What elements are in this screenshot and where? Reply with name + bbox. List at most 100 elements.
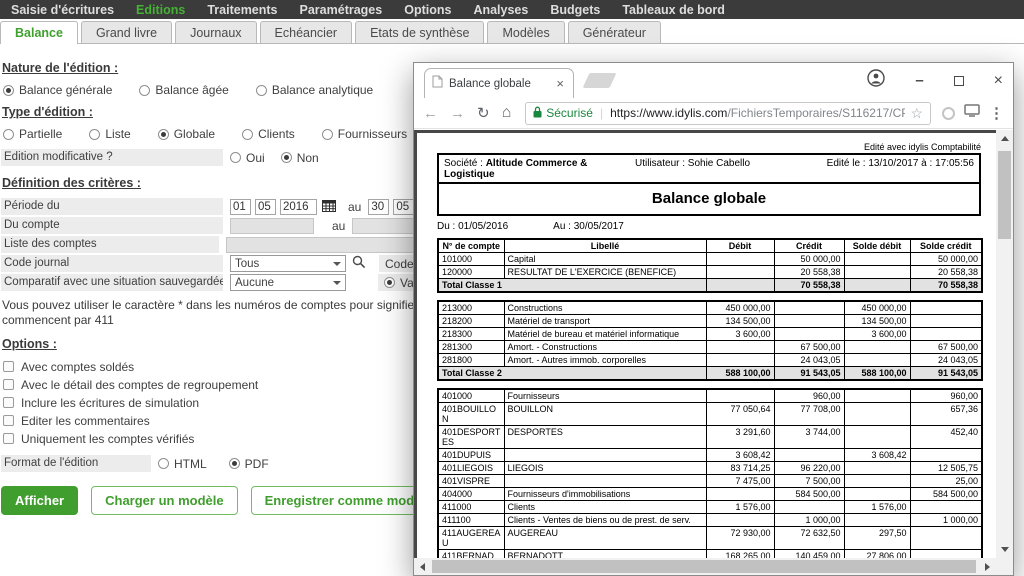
forward-icon[interactable]: → [450,106,465,121]
report-header-row: N° de compteLibelléDébitCréditSolde débi… [438,239,982,253]
menu-item[interactable]: Paramétrages [289,3,394,17]
menu-item[interactable]: Saisie d'écritures [0,3,125,17]
radio-icon[interactable] [3,129,14,140]
radio-label: Balance analytique [272,83,373,97]
menu-item[interactable]: Tableaux de bord [611,3,736,17]
radio-option[interactable]: Globale [158,127,215,141]
radio-label: Clients [258,127,295,141]
window-minimize-button[interactable]: – [915,76,923,86]
bookmark-star-icon[interactable]: ☆ [910,105,923,122]
vertical-scrollbar[interactable] [996,130,1013,558]
table-row: 101000Capital50 000,0050 000,00 [438,253,982,266]
checkbox-label: Inclure les écritures de simulation [21,396,199,410]
radio-option[interactable]: Liste [89,127,130,141]
radio-option[interactable]: Non [281,151,319,165]
address-bar[interactable]: Sécurisé | https://www.idylis.com /Fichi… [525,102,931,125]
window-close-button[interactable]: × [994,74,1003,88]
radio-option[interactable]: Clients [242,127,295,141]
radio-label: Balance âgée [155,83,228,97]
radio-option[interactable]: Balance générale [3,83,112,97]
radio-icon[interactable] [230,152,241,163]
form-button[interactable]: Afficher [1,486,78,515]
radio-option[interactable]: Oui [230,151,265,165]
module-tab[interactable]: Journaux [175,21,256,43]
radio-icon[interactable] [3,85,14,96]
module-tab[interactable]: Modèles [487,21,564,43]
browser-tab[interactable]: Balance globale × [424,68,574,98]
scroll-down-icon[interactable] [1001,547,1009,552]
module-tab[interactable]: Balance [0,21,78,43]
search-icon[interactable] [352,255,366,272]
period-to-month-input[interactable] [393,199,414,215]
radio-icon[interactable] [242,129,253,140]
period-to-day-input[interactable] [368,199,389,215]
horizontal-scrollbar[interactable] [414,558,996,575]
radio-icon[interactable] [229,458,240,469]
profile-icon[interactable] [867,69,885,92]
period-from-year-input[interactable] [280,199,317,215]
radio-icon[interactable] [281,152,292,163]
checkbox-icon[interactable] [3,397,14,408]
menu-item[interactable]: Options [393,3,462,17]
code-journal-select[interactable]: Tous [230,255,346,272]
checkbox-icon[interactable] [3,361,14,372]
radio-icon[interactable] [139,85,150,96]
scroll-up-icon[interactable] [1001,136,1009,141]
report-table-group: 213000Constructions450 000,00450 000,002… [437,300,983,381]
radio-option[interactable]: HTML [158,457,207,471]
radio-icon[interactable] [256,85,267,96]
calendar-icon[interactable] [322,199,336,215]
table-cell [844,341,910,354]
table-cell [844,266,910,279]
radio-option[interactable]: Balance analytique [256,83,373,97]
horizontal-scroll-thumb[interactable] [432,560,976,573]
new-tab-button[interactable] [583,73,617,88]
table-cell: 20 558,38 [910,266,982,279]
table-cell: 67 500,00 [910,341,982,354]
menu-item[interactable]: Analyses [462,3,539,17]
checkbox-icon[interactable] [3,379,14,390]
tab-close-icon[interactable]: × [554,77,566,90]
menu-item[interactable]: Budgets [539,3,611,17]
radio-icon[interactable] [158,129,169,140]
radio-icon[interactable] [322,129,333,140]
browser-menu-icon[interactable]: ⋮ [989,104,1004,122]
refresh-icon[interactable]: ↻ [477,106,490,121]
form-button[interactable]: Charger un modèle [91,486,237,515]
checkbox-icon[interactable] [3,433,14,444]
module-tab[interactable]: Grand livre [81,21,172,43]
period-from-month-input[interactable] [255,199,276,215]
menu-item[interactable]: Traitements [196,3,288,17]
radio-option[interactable]: Balance âgée [139,83,228,97]
radio-option[interactable]: Fournisseurs [322,127,407,141]
back-icon[interactable]: ← [423,106,438,121]
radio-label: Fournisseurs [338,127,407,141]
table-cell: 134 500,00 [844,315,910,328]
radio-option[interactable]: PDF [229,457,269,471]
radio-icon[interactable] [158,458,169,469]
window-maximize-button[interactable] [954,76,964,86]
module-tab[interactable]: Générateur [568,21,661,43]
checkbox-icon[interactable] [3,415,14,426]
table-cell: 411100 [438,514,504,527]
period-from-day-input[interactable] [230,199,251,215]
report-table-group: N° de compteLibelléDébitCréditSolde débi… [437,238,983,293]
table-cell: AUGEREAU [504,527,706,550]
radio-icon[interactable] [384,277,395,288]
module-tab[interactable]: Echéancier [260,21,353,43]
du-compte-input[interactable] [230,218,314,234]
table-cell: 25,00 [910,475,982,488]
vertical-scroll-thumb[interactable] [998,151,1011,239]
scroll-right-icon[interactable] [985,563,990,571]
extension-icon[interactable] [942,107,955,120]
cast-icon[interactable] [964,104,980,122]
radio-icon[interactable] [89,129,100,140]
table-cell [774,328,844,341]
pdf-viewer: Edité avec idylis Comptabilité Société :… [414,130,1013,575]
module-tab[interactable]: Etats de synthèse [355,21,484,43]
radio-option[interactable]: Partielle [3,127,62,141]
home-icon[interactable]: ⌂ [502,105,512,121]
comparatif-select[interactable]: Aucune [230,274,346,291]
scroll-left-icon[interactable] [420,563,425,571]
menu-item[interactable]: Editions [125,3,196,17]
